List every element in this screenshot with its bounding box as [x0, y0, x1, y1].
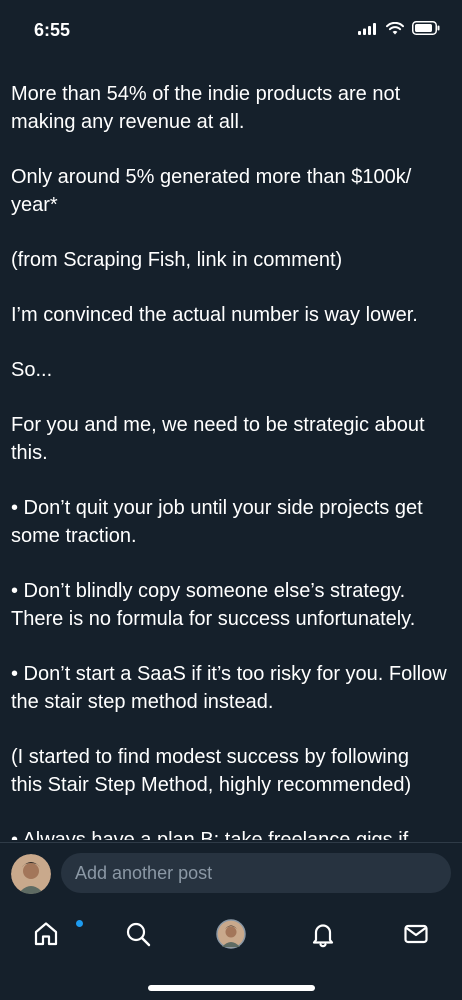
- add-post-input[interactable]: Add another post: [61, 853, 451, 893]
- signal-icon: [358, 22, 378, 40]
- search-icon: [126, 922, 151, 947]
- mail-icon: [404, 924, 428, 944]
- post-paragraph: More than 54% of the indie products are …: [11, 83, 401, 133]
- post-paragraph: For you and me, we need to be strategic …: [11, 414, 425, 464]
- post-paragraph: So...: [11, 359, 53, 381]
- status-bar: 6:55: [0, 0, 462, 60]
- compose-bar: Add another post: [0, 842, 462, 904]
- post-paragraph: I’m convinced the actual number is way l…: [11, 304, 418, 326]
- user-avatar[interactable]: [11, 854, 51, 894]
- wifi-icon: [386, 21, 404, 40]
- post-paragraph: (I started to find modest success by fol…: [11, 746, 412, 796]
- post-paragraph: • Always have a plan B: take freelance g…: [11, 829, 409, 840]
- tab-messages[interactable]: [392, 912, 440, 956]
- post-paragraph: Only around 5% generated more than $100k…: [11, 166, 412, 216]
- battery-icon: [412, 21, 440, 40]
- tab-home[interactable]: [22, 912, 83, 956]
- post-paragraph: (from Scraping Fish, link in comment): [11, 249, 343, 271]
- status-time: 6:55: [34, 20, 71, 40]
- post-paragraph: • Don’t blindly copy someone else’s stra…: [11, 580, 416, 630]
- post-paragraph: • Don’t start a SaaS if it’s too risky f…: [11, 663, 447, 713]
- bell-icon: [312, 924, 334, 948]
- status-icons: [358, 21, 440, 40]
- notification-dot: [76, 920, 83, 927]
- tab-search[interactable]: [114, 912, 162, 956]
- tab-notifications[interactable]: [299, 912, 347, 956]
- post-body: More than 54% of the indie products are …: [11, 80, 456, 840]
- post-paragraph: • Don’t quit your job until your side pr…: [11, 497, 423, 547]
- home-indicator[interactable]: [148, 985, 315, 991]
- home-icon: [34, 922, 58, 946]
- tab-profile[interactable]: [207, 912, 255, 956]
- profile-avatar: [216, 919, 246, 949]
